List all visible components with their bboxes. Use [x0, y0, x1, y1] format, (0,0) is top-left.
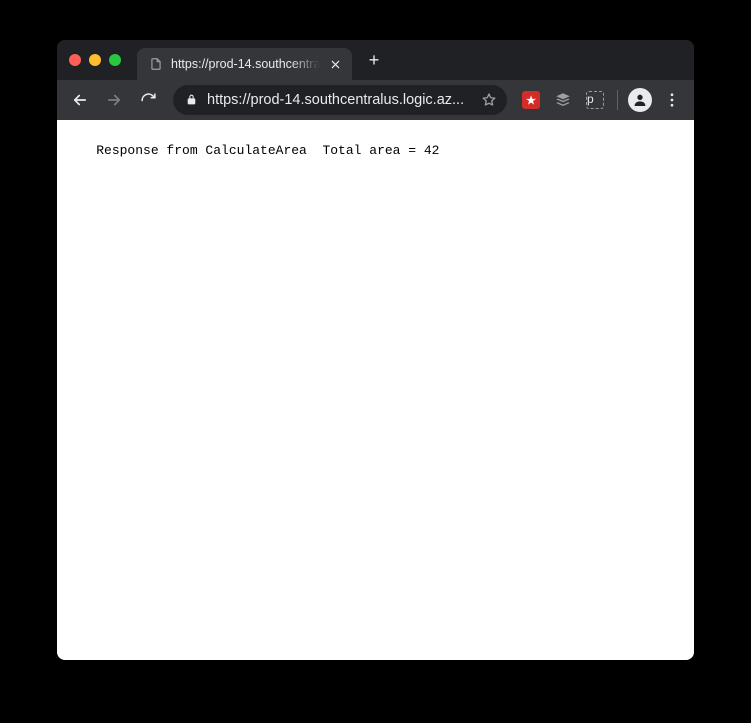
fullscreen-window-button[interactable] — [109, 54, 121, 66]
page-viewport[interactable]: Response from CalculateArea Total area =… — [57, 120, 694, 660]
window-controls — [69, 54, 121, 66]
back-button[interactable] — [65, 85, 95, 115]
minimize-window-button[interactable] — [89, 54, 101, 66]
lastpass-icon: ★ — [522, 91, 540, 109]
tab-active[interactable]: https://prod-14.southcentralus — [137, 48, 352, 80]
menu-button[interactable] — [658, 86, 686, 114]
browser-window: https://prod-14.southcentralus + — [57, 40, 694, 660]
close-window-button[interactable] — [69, 54, 81, 66]
pocket-icon: p — [586, 91, 604, 109]
kebab-menu-icon — [663, 91, 681, 109]
toolbar: https://prod-14.southcentralus.logic.az.… — [57, 80, 694, 120]
forward-button[interactable] — [99, 85, 129, 115]
bookmark-star-icon[interactable] — [481, 92, 497, 108]
toolbar-separator — [617, 90, 618, 110]
tab-strip: https://prod-14.southcentralus + — [57, 40, 694, 80]
reload-button[interactable] — [133, 85, 163, 115]
address-bar-url: https://prod-14.southcentralus.logic.az.… — [207, 92, 473, 108]
user-icon — [632, 92, 648, 108]
page-body-text: Response from CalculateArea Total area =… — [96, 143, 439, 158]
file-icon — [149, 57, 163, 71]
profile-button[interactable] — [628, 88, 652, 112]
lock-icon — [185, 93, 199, 107]
extension-pocket[interactable]: p — [581, 86, 609, 114]
close-tab-button[interactable] — [328, 57, 342, 71]
new-tab-button[interactable]: + — [360, 46, 388, 74]
extension-buffer[interactable] — [549, 86, 577, 114]
extension-lastpass[interactable]: ★ — [517, 86, 545, 114]
address-bar[interactable]: https://prod-14.southcentralus.logic.az.… — [173, 85, 507, 115]
buffer-icon — [554, 91, 572, 109]
tab-title: https://prod-14.southcentralus — [171, 57, 320, 71]
